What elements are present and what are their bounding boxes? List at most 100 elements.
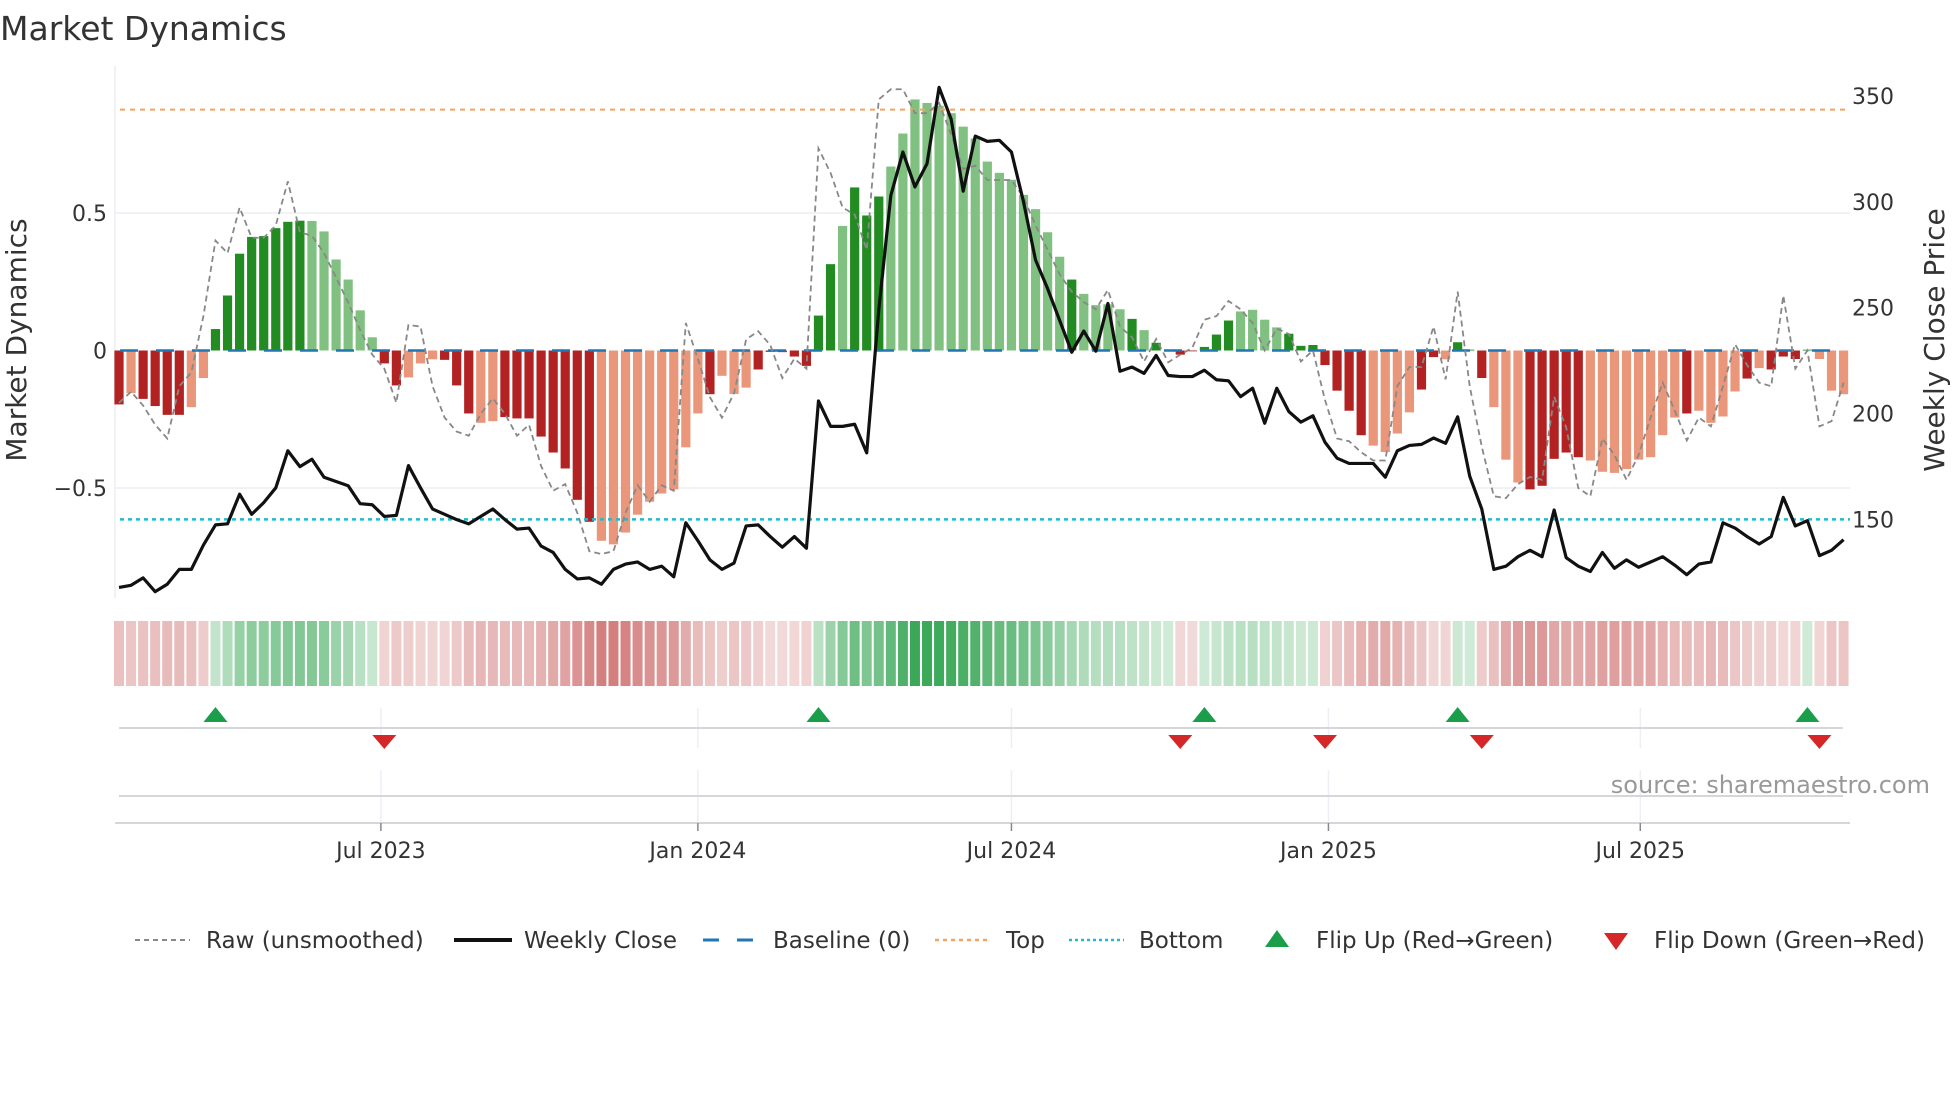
momentum-bar: [210, 329, 221, 351]
heat-strip-cell: [548, 621, 559, 686]
heat-strip-cell: [355, 621, 366, 686]
momentum-bar: [500, 350, 510, 418]
flip-up-marker: [806, 707, 831, 722]
flip-markers: [119, 707, 1843, 823]
momentum-bar: [247, 236, 257, 351]
heat-strip-cell: [789, 621, 800, 686]
heat-strip-cell: [656, 621, 667, 686]
momentum-bar: [850, 187, 860, 351]
heat-strip-cell: [765, 621, 776, 686]
heat-strip-cell: [463, 621, 474, 686]
flip-up-marker: [1445, 707, 1470, 722]
flip-up-marker: [203, 707, 228, 722]
heat-strip-cell: [777, 621, 788, 686]
momentum-bar: [729, 350, 739, 394]
momentum-bar: [488, 350, 498, 422]
heat-strip-cell: [1826, 621, 1837, 686]
momentum-bar: [114, 350, 124, 405]
right-tick-label: 350: [1852, 85, 1894, 110]
heat-strip-cell: [632, 621, 643, 686]
heat-strip-cell: [1380, 621, 1391, 686]
heat-strip-cell: [1585, 621, 1596, 686]
raw-series: [118, 88, 1845, 555]
heat-strip-cell: [391, 621, 402, 686]
momentum-bar: [1392, 350, 1402, 434]
legend-label: Bottom: [1139, 928, 1223, 954]
momentum-bar: [1621, 350, 1632, 470]
heat-strip-cell: [1078, 621, 1089, 686]
heat-strip-cell: [150, 621, 161, 686]
heat-strip-cell: [1428, 621, 1439, 686]
heat-strip-cell: [439, 621, 450, 686]
heat-strip-cell: [1500, 621, 1511, 686]
heat-strip-cell: [1404, 621, 1415, 686]
momentum-bar: [946, 113, 956, 351]
heat-strip-cell: [1730, 621, 1741, 686]
momentum-bar: [1573, 350, 1583, 458]
momentum-bar: [150, 350, 160, 407]
heat-strip-cell: [1368, 621, 1379, 686]
heat-strip-cell: [138, 621, 149, 686]
grid: [114, 66, 1850, 598]
heat-strip-cell: [1090, 621, 1101, 686]
heat-strip-cell: [704, 621, 715, 686]
momentum-bar: [427, 350, 438, 360]
left-tick-label: 0: [93, 340, 107, 365]
heat-strip-cell: [1440, 621, 1451, 686]
heat-strip-cell: [825, 621, 836, 686]
momentum-bar: [1838, 350, 1849, 395]
momentum-bar: [1718, 350, 1728, 417]
heat-strip-cell: [1609, 621, 1620, 686]
right-axis-label: Weekly Close Price: [1918, 208, 1951, 471]
momentum-bar: [1561, 350, 1571, 453]
heat-strip-cell: [1597, 621, 1608, 686]
heat-strip-cell: [258, 621, 269, 686]
momentum-bar: [1549, 350, 1559, 459]
heat-strip-cell: [717, 621, 727, 686]
heat-strip-cell: [1742, 621, 1753, 686]
right-tick-label: 150: [1852, 509, 1894, 534]
momentum-bar: [669, 350, 679, 490]
heat-strip-cell: [1344, 621, 1355, 686]
heat-strip-cell: [1102, 621, 1113, 686]
flip-down-marker: [372, 735, 397, 749]
heat-strip-cell: [1512, 621, 1523, 686]
chart-title: Market Dynamics: [0, 9, 287, 48]
heat-strip-cell: [1151, 621, 1162, 686]
x-tick-label: Jul 2025: [1594, 839, 1686, 864]
heat-strip-cell: [1259, 621, 1270, 686]
heat-strip-cell: [162, 621, 173, 686]
momentum-bar: [1296, 345, 1306, 351]
flip-down-marker: [1469, 735, 1494, 749]
heat-strip-cell: [1717, 621, 1728, 686]
momentum-bar: [560, 350, 570, 469]
momentum-bar: [825, 264, 836, 351]
flip-up-marker: [1192, 707, 1217, 722]
momentum-bar: [1489, 350, 1499, 408]
right-tick-label: 300: [1852, 191, 1894, 216]
momentum-bar: [1694, 350, 1704, 411]
momentum-bar: [331, 259, 341, 351]
heat-strip-cell: [114, 621, 124, 686]
heat-strip-cell: [1199, 621, 1210, 686]
heat-strip-cell: [246, 621, 257, 686]
x-tick-label: Jul 2024: [965, 839, 1057, 864]
heat-strip-cell: [294, 621, 305, 686]
heat-strip-cell: [897, 621, 908, 686]
momentum-bar: [1706, 350, 1716, 423]
momentum-bar: [1211, 334, 1222, 351]
weekly-close-series: [118, 85, 1845, 594]
momentum-bar: [1585, 350, 1595, 461]
momentum-bar: [536, 350, 546, 437]
momentum-bar: [717, 350, 727, 376]
momentum-bar: [391, 350, 401, 386]
heat-strip-cell: [620, 621, 631, 686]
heat-strip-cell: [837, 621, 848, 686]
flip-down-marker: [1807, 735, 1832, 749]
heat-strip-cell: [1030, 621, 1041, 686]
momentum-bar: [283, 221, 293, 351]
momentum-bar: [415, 350, 426, 364]
heat-strip-cell: [608, 621, 619, 686]
heat-strip-cell: [1476, 621, 1487, 686]
momentum-bar: [1537, 350, 1547, 486]
